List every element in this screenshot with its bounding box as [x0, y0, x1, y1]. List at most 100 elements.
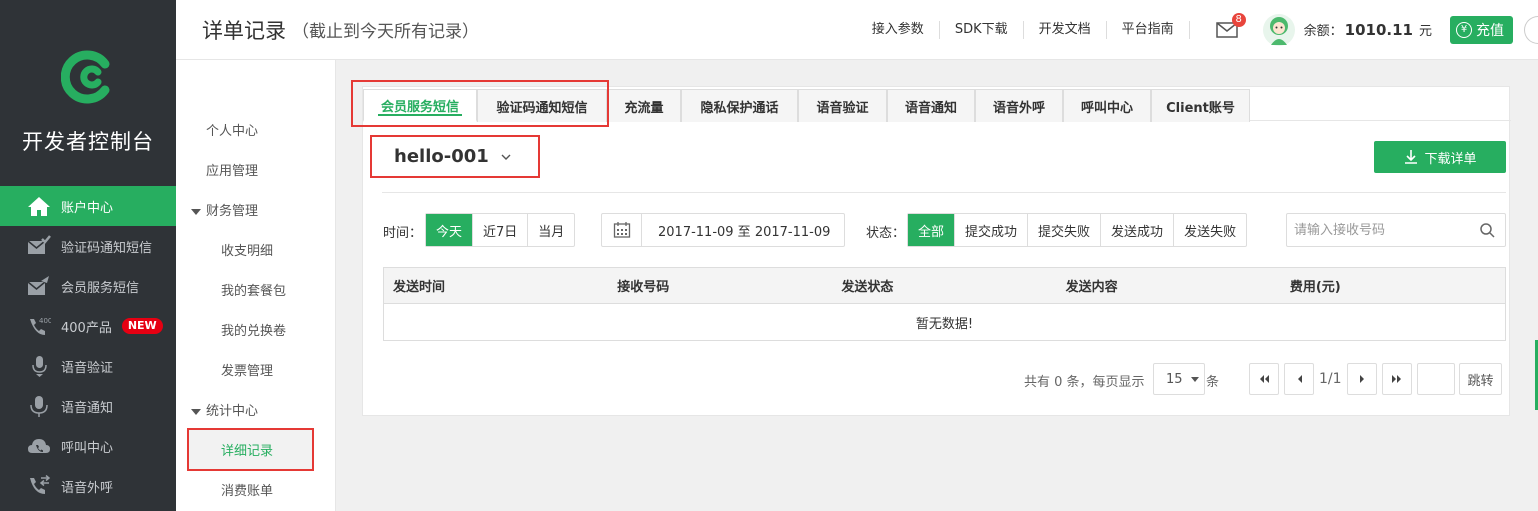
tab-data-recharge[interactable]: 充流量 — [607, 89, 681, 122]
tab-verification-sms[interactable]: 验证码通知短信 — [477, 89, 607, 122]
column-content: 发送内容 — [1065, 280, 1118, 295]
status-option-all[interactable]: 全部 — [908, 214, 956, 246]
column-fee: 费用(元) — [1289, 280, 1341, 295]
page-indicator: 1/1 — [1319, 371, 1342, 387]
status-option-submit-failed[interactable]: 提交失败 — [1028, 214, 1102, 246]
mail-send-icon — [26, 275, 52, 297]
submenu-personal-center[interactable]: 个人中心 — [206, 120, 258, 139]
tab-client-account[interactable]: Client账号 — [1151, 89, 1250, 122]
page-subtitle: （截止到今天所有记录） — [292, 22, 479, 42]
new-badge: NEW — [121, 318, 163, 334]
sidebar-item-label: 验证码通知短信 — [61, 240, 153, 256]
app-selector-value: hello-001 — [394, 146, 489, 167]
tab-call-center[interactable]: 呼叫中心 — [1063, 89, 1151, 122]
sidebar-item-member-sms[interactable]: 会员服务短信 — [0, 266, 176, 306]
sidebar-item-voice-notification[interactable]: 语音通知 — [0, 386, 176, 426]
column-send-time: 发送时间 — [393, 280, 446, 295]
sidebar-item-label: 语音验证 — [61, 360, 114, 376]
submenu-finance-group[interactable]: 财务管理 — [191, 200, 258, 219]
avatar[interactable] — [1262, 13, 1296, 47]
column-receiver: 接收号码 — [617, 280, 670, 295]
calendar-icon — [602, 214, 642, 246]
brand-title: 开发者控制台 — [22, 130, 154, 154]
submenu-my-packages[interactable]: 我的套餐包 — [221, 280, 286, 299]
mic-icon — [26, 395, 52, 417]
sidebar-item-verification-sms[interactable]: 验证码通知短信 — [0, 226, 176, 266]
time-filter-label: 时间： — [383, 226, 423, 241]
date-range-picker[interactable]: 2017-11-09 至 2017-11-09 — [601, 213, 845, 247]
page-jump-input[interactable] — [1417, 363, 1455, 395]
submenu-consumption-bill[interactable]: 消费账单 — [221, 480, 273, 499]
next-page-button[interactable] — [1347, 363, 1377, 395]
logo-icon — [61, 50, 110, 104]
sidebar-item-account-center[interactable]: 账户中心 — [0, 186, 176, 226]
status-option-send-failed[interactable]: 发送失败 — [1174, 214, 1246, 246]
sidebar-item-voice-verification[interactable]: 语音验证 — [0, 346, 176, 386]
link-sdk-download[interactable]: SDK下载 — [940, 20, 1024, 39]
status-option-send-success[interactable]: 发送成功 — [1101, 214, 1175, 246]
tab-member-sms[interactable]: 会员服务短信 — [363, 89, 477, 122]
header-actions: 接入参数 SDK下载 开发文档 平台指南 8 余额： 1010.11 元 ¥ 充… — [857, 0, 1538, 60]
tab-voice-notification[interactable]: 语音通知 — [887, 89, 975, 122]
time-option-7days[interactable]: 近7日 — [473, 214, 529, 246]
caret-down-icon — [191, 208, 201, 215]
time-option-month[interactable]: 当月 — [528, 214, 574, 246]
tab-voice-verification[interactable]: 语音验证 — [798, 89, 887, 122]
sidebar-item-label: 账户中心 — [61, 200, 114, 216]
sidebar-item-voice-outbound[interactable]: 语音外呼 — [0, 466, 176, 506]
caret-down-icon — [191, 408, 201, 415]
tab-voice-outbound[interactable]: 语音外呼 — [975, 89, 1063, 122]
collapse-handle[interactable] — [1524, 15, 1538, 44]
page-size-unit: 条 — [1206, 375, 1220, 390]
tab-privacy-call[interactable]: 隐私保护通话 — [681, 89, 798, 122]
link-access-params[interactable]: 接入参数 — [857, 20, 940, 39]
submenu-detail-records[interactable]: 详细记录 — [187, 428, 314, 471]
submenu-stats-group[interactable]: 统计中心 — [191, 400, 258, 419]
balance-label: 余额： — [1303, 24, 1343, 39]
last-page-button[interactable] — [1382, 363, 1412, 395]
prev-page-button[interactable] — [1284, 363, 1314, 395]
right-icon — [1359, 375, 1364, 383]
balance-value: 1010.11 — [1344, 20, 1413, 39]
download-details-button[interactable]: 下载详单 — [1374, 141, 1506, 173]
divider — [382, 192, 1506, 193]
total-records-text: 共有 0 条，每页显示 — [1024, 375, 1145, 390]
time-option-today[interactable]: 今天 — [426, 214, 474, 246]
mail-icon[interactable]: 8 — [1215, 12, 1246, 38]
link-dev-docs[interactable]: 开发文档 — [1024, 20, 1107, 39]
download-label: 下载详单 — [1424, 151, 1477, 167]
date-range-value: 2017-11-09 至 2017-11-09 — [658, 224, 831, 240]
first-page-button[interactable] — [1249, 363, 1279, 395]
phone-400-icon: 400 — [26, 315, 52, 337]
submenu-invoice-management[interactable]: 发票管理 — [221, 360, 273, 379]
sidebar-item-label: 呼叫中心 — [61, 440, 114, 456]
chevron-down-icon — [501, 154, 511, 160]
status-filter-label: 状态： — [866, 226, 906, 241]
page-title: 详单记录 — [202, 18, 286, 43]
sidebar-item-400-product[interactable]: 400 400产品 NEW — [0, 306, 176, 346]
page-size-value: 15 — [1166, 371, 1183, 387]
product-tabs: 会员服务短信 验证码通知短信 充流量 隐私保护通话 语音验证 语音通知 语音外呼… — [351, 80, 1511, 127]
submenu-app-management[interactable]: 应用管理 — [206, 160, 258, 179]
caret-down-icon — [1190, 376, 1199, 382]
svg-text:400: 400 — [39, 317, 51, 325]
jump-button[interactable]: 跳转 — [1459, 363, 1502, 395]
mic-shield-icon — [26, 355, 52, 377]
balance-unit: 元 — [1418, 24, 1432, 39]
status-option-submit-success[interactable]: 提交成功 — [955, 214, 1029, 246]
column-send-status: 发送状态 — [841, 280, 894, 295]
search-icon[interactable] — [1479, 222, 1495, 238]
sidebar-item-call-center[interactable]: 呼叫中心 — [0, 426, 176, 466]
sidebar-item-label: 400产品 — [61, 320, 112, 336]
submenu-income-expense[interactable]: 收支明细 — [221, 240, 273, 259]
sidebar-item-label: 会员服务短信 — [61, 280, 140, 296]
recharge-button[interactable]: ¥ 充值 — [1450, 15, 1513, 44]
main-panel: 会员服务短信 验证码通知短信 充流量 隐私保护通话 语音验证 语音通知 语音外呼… — [351, 80, 1511, 416]
app-selector[interactable]: hello-001 — [370, 135, 540, 178]
phone-out-icon — [26, 475, 52, 497]
submenu-my-vouchers[interactable]: 我的兑换卷 — [221, 320, 286, 339]
page-size-select[interactable]: 15 — [1153, 363, 1205, 395]
link-platform-guide[interactable]: 平台指南 — [1107, 20, 1190, 39]
records-table: 发送时间 接收号码 发送状态 发送内容 费用(元) 暂无数据! — [383, 267, 1506, 341]
receiver-search-input[interactable] — [1294, 215, 1474, 245]
